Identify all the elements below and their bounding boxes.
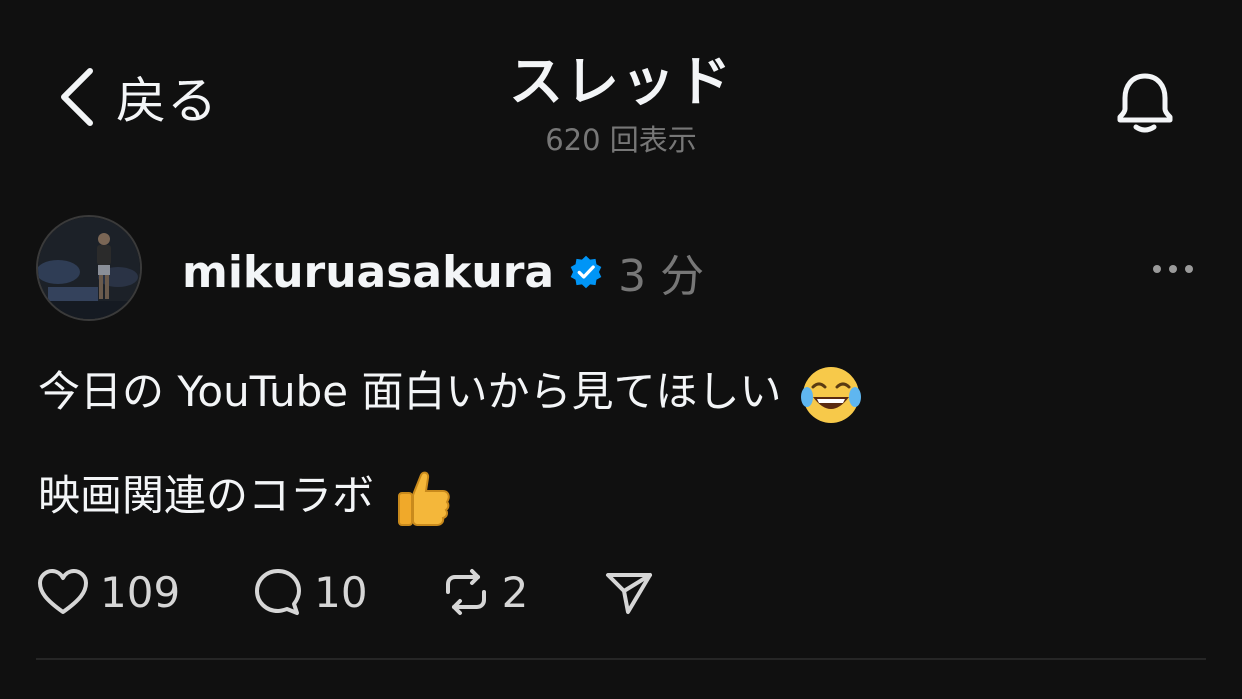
divider [36,658,1206,660]
avatar[interactable] [36,215,142,321]
header-title-group: スレッド 620 回表示 [0,44,1242,160]
post-text-line-2: 映画関連のコラボ [38,471,375,520]
more-options-button[interactable] [1150,252,1196,286]
notifications-button[interactable] [1112,70,1178,136]
post-meta-row: mikuruasakura 3 分 [182,240,704,304]
laughing-tears-emoji [800,366,861,423]
reply-button[interactable]: 10 [252,566,368,618]
more-icon [1153,265,1193,273]
repost-icon [445,569,486,615]
verified-badge-icon [570,255,602,289]
post-action-bar: 109 10 2 [36,562,654,622]
repost-button[interactable]: 2 [440,566,529,618]
post-text-line: 映画関連のコラボ [38,466,455,531]
thumbs-up-emoji [398,471,451,526]
post-text-line: 今日の YouTube 面白いから見てほしい [38,362,863,427]
post-time: 3 分 [618,251,705,302]
repost-count: 2 [501,567,529,617]
page-title: スレッド [509,50,733,113]
like-button[interactable]: 109 [36,567,180,617]
post-text-line-1: 今日の YouTube 面白いから見てほしい [38,367,782,416]
reply-count: 10 [314,567,368,617]
share-button[interactable] [604,567,654,617]
heart-icon [38,569,88,614]
share-icon [606,573,653,614]
view-count: 620 回表示 [545,123,697,157]
comment-icon [255,569,302,615]
like-count: 109 [100,567,181,617]
username-link[interactable]: mikuruasakura [182,247,554,298]
bell-icon [1117,73,1173,133]
